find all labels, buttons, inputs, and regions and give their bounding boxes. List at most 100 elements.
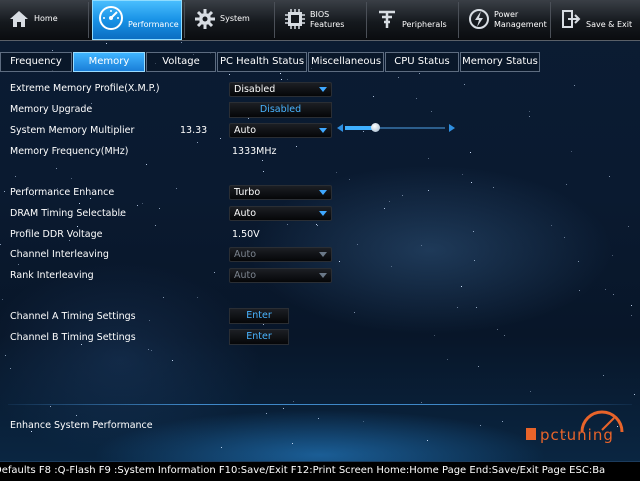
star (474, 260, 475, 261)
nav-save-exit[interactable]: Save & Exit (552, 0, 640, 40)
star (155, 225, 156, 226)
star (90, 198, 91, 199)
star (373, 96, 374, 97)
memory-multiplier-dropdown[interactable]: Auto (229, 123, 332, 138)
memory-multiplier-label: System Memory Multiplier (10, 125, 135, 136)
rank-interleaving-value: Auto (234, 270, 257, 281)
dram-timing-dropdown[interactable]: Auto (229, 206, 332, 221)
star (574, 85, 575, 86)
star (497, 329, 498, 330)
star (221, 447, 222, 448)
star (416, 98, 417, 99)
star (427, 440, 428, 441)
star (214, 272, 215, 273)
star (79, 203, 80, 204)
slider-knob[interactable] (370, 123, 380, 132)
star (471, 182, 472, 183)
star (384, 208, 385, 209)
slider-left-arrow-icon[interactable] (337, 124, 343, 132)
chevron-down-icon (319, 252, 327, 257)
nav-separator (274, 2, 275, 38)
star (566, 184, 567, 185)
chevron-down-icon (319, 273, 327, 278)
channel-interleaving-value: Auto (234, 249, 257, 260)
memory-frequency-label: Memory Frequency(MHz) (10, 146, 129, 157)
nav-performance[interactable]: Performance (92, 0, 182, 40)
memory-multiplier-slider[interactable] (337, 123, 455, 132)
nav-management-label: Management (494, 20, 547, 29)
tab-cpu-status[interactable]: CPU Status (385, 52, 459, 72)
star (2, 299, 3, 300)
star (634, 394, 635, 395)
star (0, 244, 1, 245)
memory-multiplier-value: Auto (234, 125, 257, 136)
star (10, 368, 11, 369)
star (339, 261, 340, 262)
channel-b-timing-label: Channel B Timing Settings (10, 332, 136, 343)
chevron-down-icon (319, 190, 327, 195)
star (612, 255, 613, 256)
star (281, 79, 282, 80)
slider-right-arrow-icon[interactable] (449, 124, 455, 132)
star (502, 421, 503, 422)
star (336, 172, 337, 173)
nav-separator (366, 2, 367, 38)
power-icon (469, 9, 489, 29)
star (628, 226, 629, 227)
tab-miscellaneous[interactable]: Miscellaneous (308, 52, 384, 72)
channel-b-enter-button[interactable]: Enter (229, 329, 289, 345)
nav-separator (88, 2, 89, 38)
tab-memory-status[interactable]: Memory Status (460, 52, 540, 72)
nav-bios-features[interactable]: BIOS Features (276, 0, 364, 40)
star (77, 226, 78, 227)
xmp-dropdown[interactable]: Disabled (229, 82, 332, 97)
star (504, 335, 505, 336)
nav-power-management[interactable]: Power Management (460, 0, 548, 40)
nav-system[interactable]: System (186, 0, 272, 40)
xmp-value: Disabled (234, 84, 276, 95)
performance-enhance-dropdown[interactable]: Turbo (229, 185, 332, 200)
memory-upgrade-button[interactable]: Disabled (229, 102, 332, 118)
star (473, 231, 474, 232)
star (50, 406, 51, 407)
hotkey-bar: Defaults F8 :Q-Flash F9 :System Informat… (0, 461, 640, 481)
help-text: Enhance System Performance (10, 420, 153, 431)
star (287, 79, 288, 80)
star (106, 43, 107, 44)
nav-performance-label: Performance (128, 20, 179, 29)
star (318, 418, 319, 419)
chevron-down-icon (319, 211, 327, 216)
star (280, 73, 281, 74)
star (478, 366, 479, 367)
memory-upgrade-label: Memory Upgrade (10, 104, 93, 115)
nav-separator (550, 2, 551, 38)
tab-memory[interactable]: Memory (73, 52, 145, 72)
nav-home[interactable]: Home (0, 0, 88, 40)
star (363, 421, 364, 422)
star (476, 307, 477, 308)
channel-a-enter-button[interactable]: Enter (229, 308, 289, 324)
peripherals-icon (379, 10, 395, 28)
star (181, 42, 182, 43)
star (421, 245, 422, 246)
star (31, 431, 32, 432)
performance-enhance-label: Performance Enhance (10, 187, 115, 198)
star (564, 237, 565, 238)
tab-frequency[interactable]: Frequency (0, 52, 72, 72)
sub-tab-bar: Frequency Memory Voltage PC Health Statu… (0, 52, 640, 72)
star (5, 355, 6, 356)
star (248, 118, 249, 119)
star (402, 195, 403, 196)
hotkey-text: Defaults F8 :Q-Flash F9 :System Informat… (0, 465, 606, 476)
tab-voltage[interactable]: Voltage (146, 52, 216, 72)
star (631, 305, 632, 306)
chevron-down-icon (319, 87, 327, 92)
star (447, 359, 448, 360)
star (462, 174, 463, 175)
tab-pc-health-status[interactable]: PC Health Status (217, 52, 307, 72)
star (398, 77, 399, 78)
star (4, 191, 5, 192)
nav-peripherals[interactable]: Peripherals (368, 0, 456, 40)
star (18, 264, 19, 265)
star (142, 203, 143, 204)
